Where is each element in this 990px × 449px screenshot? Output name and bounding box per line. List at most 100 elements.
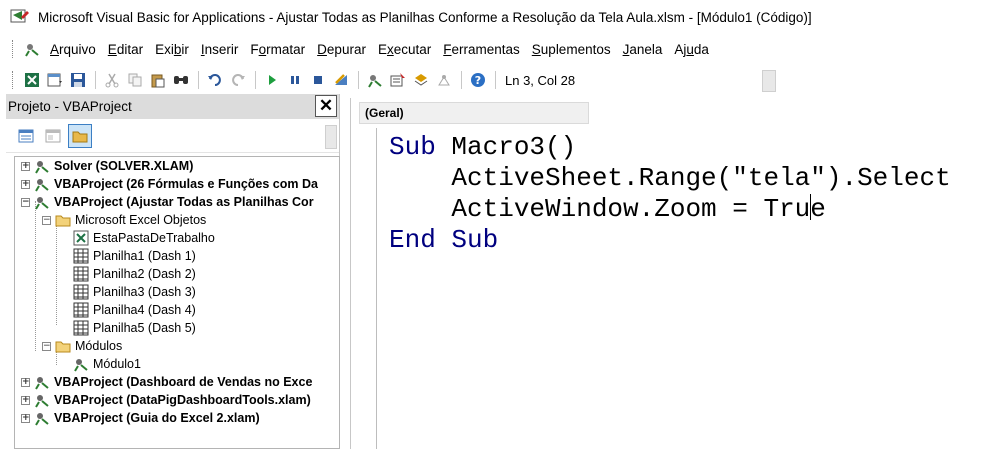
tree-connector [56,219,57,325]
menu-executar[interactable]: Executar [372,42,437,57]
code-line-2: ActiveSheet.Range("tela").Select [389,163,951,193]
close-icon[interactable]: ✕ [315,95,337,117]
menu-janela[interactable]: Janela [617,42,669,57]
tree-node-vbaproject[interactable]: + VBAProject (Guia do Excel 2.xlam) [21,409,260,427]
menu-ferramentas[interactable]: Ferramentas [437,42,526,57]
project-explorer-title: Projeto - VBAProject [8,99,132,114]
menu-ajuda[interactable]: Ajuda [668,42,715,57]
collapse-icon[interactable]: − [42,215,51,225]
tree-node-sheet[interactable]: Planilha5 (Dash 5) [73,319,196,337]
worksheet-icon [73,302,89,318]
menu-bar: Arquivo Editar Exibir Inserir Formatar D… [0,36,990,62]
project-explorer: Projeto - VBAProject ✕ + Solver (SOLVER.… [6,94,340,449]
tree-node-solver[interactable]: + Solver (SOLVER.XLAM) [21,157,193,175]
svg-text:?: ? [475,74,481,87]
menu-depurar[interactable]: Depurar [311,42,372,57]
tree-node-excel-objects[interactable]: − Microsoft Excel Objetos [42,211,206,229]
worksheet-icon [73,284,89,300]
tree-node-sheet[interactable]: Planilha2 (Dash 2) [73,265,196,283]
menu-editar[interactable]: Editar [102,42,149,57]
tree-node-vbaproject[interactable]: + VBAProject (26 Fórmulas e Funções com … [21,175,318,193]
code-line-1: Sub Macro3() [389,132,577,162]
paste-icon[interactable] [147,69,169,91]
vba-project-icon [34,176,50,192]
save-icon[interactable] [67,69,89,91]
expand-icon[interactable]: + [21,161,30,171]
tree-node-vbaproject[interactable]: + VBAProject (DataPigDashboardTools.xlam… [21,391,311,409]
redo-icon[interactable] [227,69,249,91]
worksheet-icon [73,266,89,282]
properties-icon[interactable] [387,69,409,91]
menu-grip[interactable] [12,40,15,58]
vba-project-icon [34,410,50,426]
code-margin-indicator-bar[interactable] [351,128,377,449]
expand-icon[interactable]: + [21,413,30,423]
stop-icon[interactable] [307,69,329,91]
workbook-icon [73,230,89,246]
vba-menu-icon[interactable] [21,38,43,60]
tree-node-vbaproject-active[interactable]: − VBAProject (Ajustar Todas as Planilhas… [21,193,314,211]
tree-node-vbaproject[interactable]: + VBAProject (Dashboard de Vendas no Exc… [21,373,312,391]
code-line-3: ActiveWindow.Zoom = True [389,194,826,224]
folder-open-icon [55,338,71,354]
expand-icon[interactable]: + [21,395,30,405]
title-bar: Microsoft Visual Basic for Applications … [0,0,990,34]
toolbar-separator [95,71,96,89]
vba-project-icon [34,392,50,408]
view-object-icon[interactable] [41,124,65,148]
project-toolbar-grip[interactable] [325,125,337,149]
code-line-4: End Sub [389,225,499,255]
toolbar-separator [198,71,199,89]
tree-node-module1[interactable]: Módulo1 [73,355,141,373]
view-code-icon[interactable] [14,124,38,148]
project-explorer-header: Projeto - VBAProject ✕ [6,94,339,119]
find-icon[interactable] [170,69,192,91]
cursor-position: Ln 3, Col 28 [505,72,576,88]
menu-exibir[interactable]: Exibir [149,42,195,57]
collapse-icon[interactable]: − [42,341,51,351]
tree-node-workbook[interactable]: EstaPastaDeTrabalho [73,229,215,247]
copy-icon[interactable] [124,69,146,91]
toolbar-separator [461,71,462,89]
toggle-folders-icon[interactable] [68,123,92,148]
cut-icon[interactable] [101,69,123,91]
vba-app-icon [10,9,29,23]
tree-node-modules[interactable]: − Módulos [42,337,122,355]
tree-connector [35,201,36,351]
vba-project-icon [34,374,50,390]
undo-icon[interactable] [204,69,226,91]
object-combobox[interactable]: (Geral) [359,102,589,124]
project-explorer-toolbar [6,119,339,153]
toolbar-separator [495,71,496,89]
worksheet-icon [73,248,89,264]
toolbar-separator [255,71,256,89]
tree-node-sheet[interactable]: Planilha1 (Dash 1) [73,247,196,265]
folder-open-icon [55,212,71,228]
standard-toolbar: ? Ln 3, Col 28 [0,66,990,94]
menu-arquivo[interactable]: Arquivo [44,42,102,57]
design-mode-icon[interactable] [330,69,352,91]
tree-node-sheet[interactable]: Planilha3 (Dash 3) [73,283,196,301]
menu-suplementos[interactable]: Suplementos [526,42,617,57]
run-icon[interactable] [261,69,283,91]
object-browser-icon[interactable] [410,69,432,91]
toolbar-grip[interactable] [12,71,15,89]
menu-inserir[interactable]: Inserir [195,42,245,57]
toolbox-icon[interactable] [433,69,455,91]
window-title: Microsoft Visual Basic for Applications … [38,9,812,25]
help-icon[interactable]: ? [467,69,489,91]
code-window: (Geral) Sub Macro3() ActiveSheet.Range("… [350,98,990,449]
collapse-icon[interactable]: − [21,197,30,207]
expand-icon[interactable]: + [21,179,30,189]
project-tree: + Solver (SOLVER.XLAM) + VBAProject (26 … [14,156,340,449]
tree-node-sheet[interactable]: Planilha4 (Dash 4) [73,301,196,319]
expand-icon[interactable]: + [21,377,30,387]
pause-icon[interactable] [284,69,306,91]
excel-view-icon[interactable] [21,69,43,91]
toolbar-options-button[interactable] [762,70,776,92]
vba-project-icon [34,194,50,210]
project-explorer-icon[interactable] [364,69,386,91]
code-editor[interactable]: Sub Macro3() ActiveSheet.Range("tela").S… [389,132,951,256]
menu-formatar[interactable]: Formatar [244,42,311,57]
insert-userform-icon[interactable] [44,69,66,91]
